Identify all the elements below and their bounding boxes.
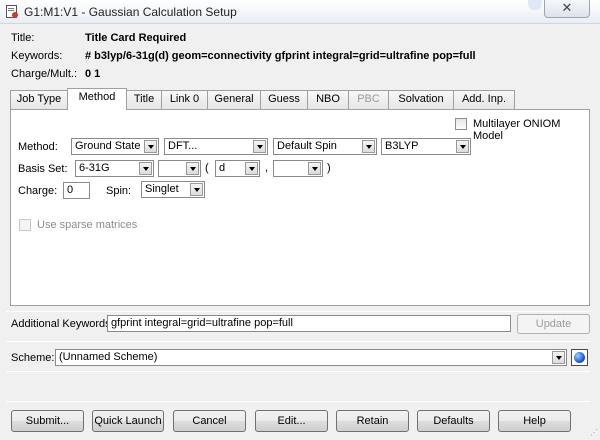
basis-set-label: Basis Set: xyxy=(18,163,68,175)
tab-general[interactable]: General xyxy=(207,90,261,109)
title-label: Title: xyxy=(11,32,35,44)
chevron-down-icon xyxy=(308,162,321,175)
tab-nbo[interactable]: NBO xyxy=(307,90,349,109)
method-functional-select[interactable]: B3LYP xyxy=(381,138,471,155)
basis-polar-h-select[interactable] xyxy=(273,160,323,177)
additional-keywords-input[interactable]: gfprint integral=grid=ultrafine pop=full xyxy=(107,315,511,332)
chevron-down-icon xyxy=(253,140,266,153)
tab-job-type[interactable]: Job Type xyxy=(10,90,68,109)
tab-add-inp[interactable]: Add. Inp. xyxy=(453,90,515,109)
chevron-down-icon xyxy=(139,162,152,175)
scheme-label: Scheme: xyxy=(11,352,55,364)
divider xyxy=(6,371,590,372)
edit-button[interactable]: Edit... xyxy=(255,410,328,432)
chevron-down-icon xyxy=(362,140,375,153)
sparse-matrices-checkbox xyxy=(19,219,31,231)
tab-method[interactable]: Method xyxy=(67,88,127,110)
update-button: Update xyxy=(517,314,590,334)
charge-input[interactable]: 0 xyxy=(63,182,90,199)
method-state-select[interactable]: Ground State xyxy=(71,138,159,155)
charge-label: Charge: xyxy=(18,185,58,197)
spin-label: Spin: xyxy=(106,185,132,197)
divider xyxy=(6,341,590,342)
close-icon: ✕ xyxy=(561,0,573,15)
tab-guess[interactable]: Guess xyxy=(260,90,308,109)
oniom-label: Multilayer ONIOM Model xyxy=(473,118,561,142)
tab-pbc: PBC xyxy=(348,90,389,109)
spin-select[interactable]: Singlet xyxy=(141,181,205,198)
method-panel: Multilayer ONIOM Model Method: Ground St… xyxy=(10,109,590,306)
paren-open: ( xyxy=(205,162,209,174)
divider xyxy=(6,311,590,312)
chevron-down-icon xyxy=(144,140,157,153)
titlebar-glow xyxy=(528,0,542,10)
quick-launch-button[interactable]: Quick Launch xyxy=(92,410,164,432)
gaussian-app-icon xyxy=(6,5,18,18)
method-spin-select[interactable]: Default Spin xyxy=(273,138,377,155)
chevron-down-icon xyxy=(190,183,203,196)
keywords-value: # b3lyp/6-31g(d) geom=connectivity gfpri… xyxy=(85,50,476,62)
globe-icon xyxy=(574,352,585,363)
resize-grip-icon[interactable]: ⋰ xyxy=(590,428,598,437)
chevron-down-icon xyxy=(456,140,469,153)
defaults-button[interactable]: Defaults xyxy=(417,410,490,432)
basis-set-select[interactable]: 6-31G xyxy=(75,160,154,177)
tab-link0[interactable]: Link 0 xyxy=(161,90,208,109)
title-value[interactable]: Title Card Required xyxy=(85,32,186,44)
method-theory-select[interactable]: DFT... xyxy=(164,138,268,155)
title-bar: G1:M1:V1 - Gaussian Calculation Setup ✕ xyxy=(0,0,600,24)
basis-polar-heavy-select[interactable]: d xyxy=(215,160,260,177)
scheme-manager-button[interactable] xyxy=(571,349,588,366)
chevron-down-icon xyxy=(552,351,565,364)
retain-button[interactable]: Retain xyxy=(336,410,409,432)
paren-close: ) xyxy=(327,162,331,174)
method-label: Method: xyxy=(18,141,58,153)
comma-separator: , xyxy=(265,162,269,174)
chevron-down-icon xyxy=(245,162,258,175)
charge-mult-label: Charge/Mult.: xyxy=(11,68,78,80)
scheme-select[interactable]: (Unnamed Scheme) xyxy=(55,349,567,366)
basis-diffuse-select[interactable] xyxy=(158,160,201,177)
charge-mult-value: 0 1 xyxy=(85,68,101,80)
tab-solvation[interactable]: Solvation xyxy=(388,90,454,109)
additional-keywords-label: Additional Keywords: xyxy=(11,318,114,330)
sparse-matrices-label: Use sparse matrices xyxy=(37,219,138,231)
submit-button[interactable]: Submit... xyxy=(11,410,84,432)
close-button[interactable]: ✕ xyxy=(544,0,590,18)
divider xyxy=(6,401,590,402)
help-button[interactable]: Help xyxy=(498,410,571,432)
cancel-button[interactable]: Cancel xyxy=(173,410,246,432)
keywords-label: Keywords: xyxy=(11,50,63,62)
window-title: G1:M1:V1 - Gaussian Calculation Setup xyxy=(24,5,237,19)
chevron-down-icon xyxy=(186,162,199,175)
tab-title[interactable]: Title xyxy=(126,90,162,109)
oniom-checkbox[interactable] xyxy=(455,118,467,130)
